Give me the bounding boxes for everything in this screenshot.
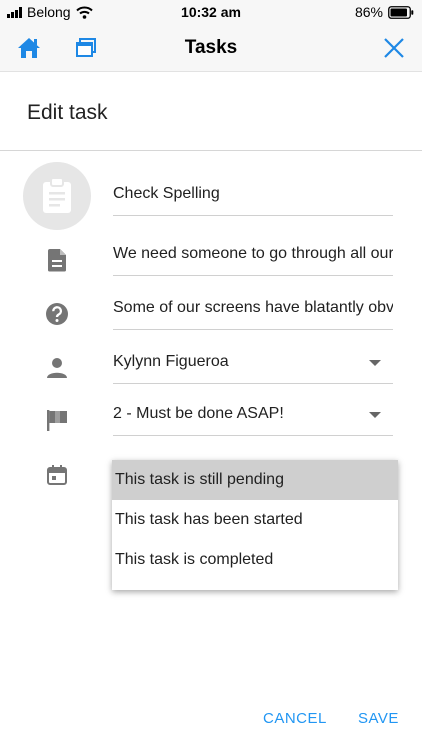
status-bar: Belong 10:32 am 86% (0, 0, 422, 24)
close-icon (384, 38, 404, 58)
battery-icon (388, 5, 414, 19)
task-name-value: Check Spelling (113, 185, 220, 202)
status-dropdown-menu: This task is still pending This task has… (112, 460, 398, 590)
document-icon (44, 247, 70, 273)
task-description-field[interactable]: We need someone to go through all our (113, 238, 393, 276)
task-notes-value: Some of our screens have blatantly obvi (113, 299, 393, 316)
save-button[interactable]: SAVE (358, 710, 399, 727)
calendar-icon (44, 462, 70, 488)
assignee-dropdown[interactable]: Kylynn Figueroa (113, 346, 393, 384)
task-name-field[interactable]: Check Spelling (113, 178, 393, 216)
status-option-pending[interactable]: This task is still pending (112, 460, 398, 500)
status-bar-right: 86% (355, 4, 414, 20)
person-icon (44, 355, 70, 381)
task-description-value: We need someone to go through all our (113, 245, 393, 262)
chevron-down-icon (369, 412, 381, 418)
task-avatar[interactable] (23, 162, 91, 230)
header-divider (0, 150, 422, 151)
chevron-down-icon (369, 360, 381, 366)
task-notes-field[interactable]: Some of our screens have blatantly obvi (113, 292, 393, 330)
priority-value: 2 - Must be done ASAP! (113, 405, 284, 422)
close-button[interactable] (379, 34, 409, 62)
nav-title: Tasks (184, 37, 238, 58)
flag-icon (44, 407, 70, 433)
status-option-completed[interactable]: This task is completed (112, 540, 398, 580)
priority-dropdown[interactable]: 2 - Must be done ASAP! (113, 398, 393, 436)
assignee-value: Kylynn Figueroa (113, 353, 229, 370)
help-icon (44, 301, 70, 327)
page-title: Edit task (27, 101, 108, 124)
battery-percent: 86% (354, 4, 383, 20)
status-option-started[interactable]: This task has been started (112, 500, 398, 540)
cancel-button[interactable]: CANCEL (263, 710, 327, 727)
clipboard-icon (43, 177, 71, 213)
nav-bar: Tasks (0, 24, 422, 72)
